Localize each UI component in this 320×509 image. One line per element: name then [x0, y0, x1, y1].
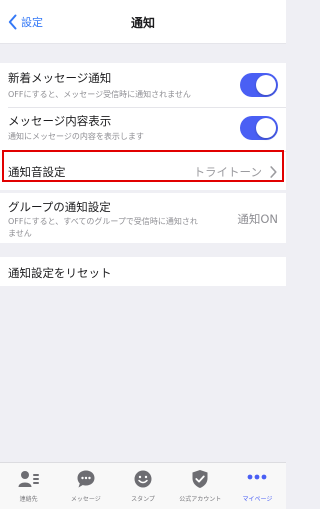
notification-sound-value: トライトーン [193, 165, 262, 179]
settings-group-reset: 通知設定をリセット [0, 257, 286, 286]
tab-official-accounts[interactable]: 公式アカウント [172, 463, 229, 509]
message-preview-toggle[interactable] [240, 116, 278, 140]
message-preview-title: メッセージ内容表示 [8, 114, 112, 128]
new-message-notification-toggle[interactable] [240, 73, 278, 97]
new-message-notification-description: OFFにすると、メッセージ受信時に通知されません [8, 90, 191, 99]
notification-sound-title: 通知音設定 [8, 165, 66, 179]
tab-label: メッセージ [70, 496, 101, 503]
tab-label: スタンプ [131, 496, 155, 503]
notification-sound-row[interactable]: 通知音設定 トライトーン [0, 152, 286, 190]
group-notification-value: 通知ON [237, 212, 278, 226]
settings-group-group: グループの通知設定 OFFにすると、すべてのグループで受信時に通知され ません … [0, 193, 286, 243]
navigation-bar: 設定 通知 [0, 0, 286, 44]
shield-check-icon [192, 470, 208, 488]
tab-label: 連絡先 [19, 496, 38, 503]
contacts-icon [18, 471, 39, 487]
group-notification-title: グループの通知設定 [8, 200, 111, 214]
tab-contacts[interactable]: 連絡先 [0, 463, 57, 509]
chat-bubble-icon [77, 470, 95, 488]
message-preview-description: 通知にメッセージの内容を表示します [8, 132, 144, 141]
reset-notification-title: 通知設定をリセット [8, 266, 112, 280]
smiley-icon [134, 470, 152, 488]
settings-group-main: 新着メッセージ通知 OFFにすると、メッセージ受信時に通知されません メッセージ… [0, 63, 286, 190]
tab-stamps[interactable]: スタンプ [114, 463, 171, 509]
group-notification-description-line2: ません [8, 229, 32, 238]
tab-mypage[interactable]: マイページ [229, 463, 286, 509]
reset-notification-row[interactable]: 通知設定をリセット [0, 257, 286, 286]
page-title: 通知 [130, 16, 155, 30]
new-message-notification-title: 新着メッセージ通知 [8, 71, 112, 85]
tab-label: マイページ [242, 496, 273, 503]
tab-bar: 連絡先 メッセージ スタンプ 公式アカウント マイページ [0, 462, 286, 509]
group-notification-description-line1: OFFにすると、すべてのグループで受信時に通知され [8, 217, 198, 226]
group-notification-row[interactable]: グループの通知設定 OFFにすると、すべてのグループで受信時に通知され ません … [0, 193, 286, 243]
chevron-right-icon [270, 166, 277, 178]
tab-messages[interactable]: メッセージ [57, 463, 114, 509]
tab-label: 公式アカウント [179, 496, 222, 503]
new-message-notification-row: 新着メッセージ通知 OFFにすると、メッセージ受信時に通知されません [0, 63, 286, 107]
message-preview-row: メッセージ内容表示 通知にメッセージの内容を表示します [0, 108, 286, 151]
more-dots-icon [248, 474, 267, 480]
